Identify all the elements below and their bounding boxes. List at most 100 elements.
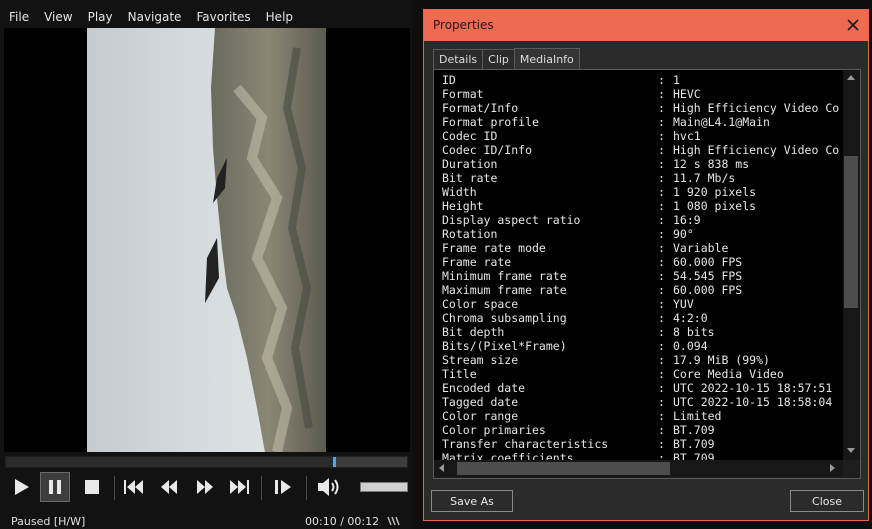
play-button[interactable] [6,472,36,502]
menu-play[interactable]: Play [79,10,119,24]
skip-forward-button[interactable] [224,472,254,502]
skip-back-button[interactable] [119,472,149,502]
dialog-titlebar[interactable]: Properties [424,10,868,41]
mediainfo-colon: : [658,311,665,325]
mediainfo-value: BT.709 [673,437,715,451]
mediainfo-key: Maximum frame rate [442,283,567,297]
video-frame[interactable] [4,28,410,452]
skip-forward-icon [230,480,249,494]
mediainfo-colon: : [658,171,665,185]
menu-help[interactable]: Help [257,10,299,24]
playback-status: Paused [H/W] [11,515,86,528]
mediainfo-colon: : [658,143,665,157]
frame-forward-button[interactable] [190,472,220,502]
mediainfo-key: Height [442,199,484,213]
mediainfo-key: Matrix coefficients [442,451,574,460]
mediainfo-value: 60.000 FPS [673,255,743,269]
mediainfo-panel: ID:1 Format: HEVC Format/Info: High Efficien… [433,69,861,479]
mediainfo-value: Main@L4.1@Main [673,115,770,129]
mediainfo-key: Encoded date [442,381,526,395]
seek-thumb[interactable] [333,457,336,467]
scroll-down-icon[interactable] [847,448,855,453]
mediainfo-key: Bit depth [442,325,505,339]
scroll-left-icon[interactable] [439,464,444,472]
mediainfo-colon: : [658,297,665,311]
close-button[interactable]: Close [790,490,864,512]
mediainfo-colon: : [658,227,665,241]
mediainfo-key: Bit rate [442,171,498,185]
mediainfo-value: 54.545 FPS [673,269,743,283]
mediainfo-value: BT.709 [673,451,715,460]
mediainfo-colon: : [658,157,665,171]
mediainfo-key: Rotation [442,227,498,241]
properties-dialog: Properties Details Clip MediaInfo ID:1 Fo… [423,9,869,521]
mediainfo-key: Title [442,367,477,381]
pause-button[interactable] [40,472,70,502]
menu-file[interactable]: File [0,10,35,24]
vertical-scrollbar[interactable] [843,70,860,460]
mediainfo-value: 16:9 [673,213,701,227]
tab-details[interactable]: Details [433,49,484,69]
mute-button[interactable] [314,472,344,502]
frame-back-button[interactable] [154,472,184,502]
mediainfo-key: Format [442,87,484,101]
mediainfo-key: Stream size [442,353,519,367]
mediainfo-key: Duration [442,157,498,171]
tab-mediainfo[interactable]: MediaInfo [513,48,580,69]
mediainfo-key: Codec ID [442,129,498,143]
mediainfo-key: Frame rate [442,255,512,269]
status-bar: Paused [H/W] 00:10 / 00:12 [0,512,412,529]
menu-navigate[interactable]: Navigate [119,10,188,24]
scroll-up-icon[interactable] [847,75,855,80]
mediainfo-value: 11.7 Mb/s [673,171,736,185]
mediainfo-colon: : [658,269,665,283]
stop-button[interactable] [77,472,107,502]
fast-forward-icon [197,480,213,494]
mediainfo-text[interactable]: ID:1 Format: HEVC Format/Info: High Efficien… [434,70,843,460]
mediainfo-colon: : [658,367,665,381]
mediainfo-value: HEVC [673,87,701,101]
horizontal-scrollbar[interactable] [434,460,843,477]
scroll-right-icon[interactable] [830,464,835,472]
resize-grip-icon[interactable] [386,515,402,527]
mediainfo-value: 1 920 pixels [673,185,757,199]
horizontal-scroll-thumb[interactable] [457,462,670,475]
mediainfo-value: 1 080 pixels [673,199,757,213]
mediainfo-colon: : [658,339,665,353]
mediainfo-colon: : [658,213,665,227]
close-icon[interactable] [844,16,862,34]
mediainfo-colon: : [658,395,665,409]
save-as-button[interactable]: Save As [431,490,513,512]
mediainfo-value: UTC 2022-10-15 18:57:51 [673,381,833,395]
mediainfo-colon: : [658,381,665,395]
mediainfo-colon: : [658,423,665,437]
menu-view[interactable]: View [35,10,78,24]
mediainfo-key: Format/Info [442,101,519,115]
mediainfo-value: 90° [673,227,694,241]
mediainfo-value: UTC 2022-10-15 18:58:04 [673,395,833,409]
volume-slider[interactable] [360,482,408,492]
mediainfo-key: ID [442,73,456,87]
vertical-scroll-thumb[interactable] [844,156,858,308]
frame-step-button[interactable] [268,472,298,502]
mediainfo-value: High Efficiency Video Co [673,101,840,115]
menu-favorites[interactable]: Favorites [187,10,256,24]
skip-back-icon [124,480,143,494]
separator [114,476,115,500]
mediainfo-key: Bits/(Pixel*Frame) [442,339,567,353]
mediainfo-value: 17.9 MiB (99%) [673,353,770,367]
mediainfo-value: 12 s 838 ms [673,157,750,171]
mediainfo-colon: : [658,451,665,460]
seek-bar[interactable] [5,456,408,468]
mediainfo-colon: : [658,73,665,87]
mediainfo-colon: : [658,437,665,451]
mediainfo-key: Color range [442,409,519,423]
tab-clip[interactable]: Clip [482,49,515,69]
mediainfo-value: 1 [673,73,680,87]
mediainfo-colon: : [658,241,665,255]
mediainfo-key: Format profile [442,115,539,129]
mediainfo-colon: : [658,129,665,143]
play-icon [15,479,29,495]
mediainfo-colon: : [658,115,665,129]
menu-bar: File View Play Navigate Favorites Help [0,6,299,28]
